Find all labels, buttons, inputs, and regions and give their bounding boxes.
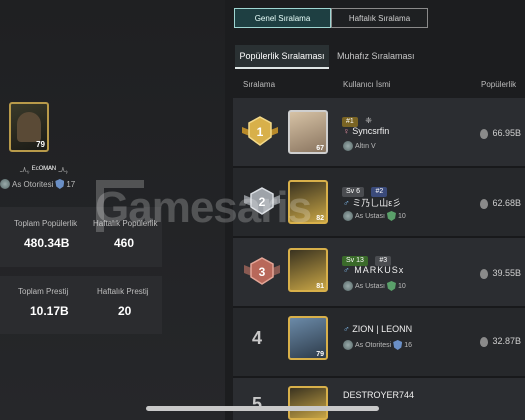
gold-rank-badge-icon: 1 (240, 115, 278, 146)
username-text: ミ乃乚山ε彡 (352, 198, 402, 208)
flame-icon (480, 198, 489, 209)
total-popularity-label: Toplam Popülerlik (14, 219, 78, 228)
tier-icon (343, 211, 353, 221)
total-popularity-value: 480.34B (24, 236, 70, 250)
total-prestige-label: Toplam Prestij (18, 287, 69, 296)
shield-icon (55, 179, 65, 189)
tab-popularity-ranking[interactable]: Popülerlik Sıralaması (235, 45, 329, 69)
user-tier-label: As Otoritesi (355, 341, 392, 349)
flame-icon (480, 268, 489, 279)
column-username: Kullanıcı İsmi (343, 80, 391, 89)
wings-icon: ❈ (365, 116, 372, 125)
user-tier: As Otoritesi 16 (343, 340, 412, 350)
user-avatar[interactable] (288, 386, 328, 420)
weekly-popularity-value: 460 (114, 236, 135, 250)
popularity-value-text: 66.95B (492, 128, 521, 138)
avatar-level: 79 (36, 140, 45, 149)
bronze-rank-badge-icon: 3 (242, 255, 280, 285)
rank-number: 5 (252, 394, 263, 414)
username-text: ZION | LEONN (352, 324, 413, 334)
rank-number: 3 (259, 265, 266, 279)
username: ♀ Syncsrfin (343, 126, 389, 136)
tab-general-ranking[interactable]: Genel Sıralama (234, 8, 331, 28)
user-tier-num: 10 (397, 212, 406, 220)
column-rank: Sıralama (243, 80, 276, 89)
prestige-stats-box (0, 276, 162, 334)
shield-icon (386, 281, 396, 291)
tier-icon (343, 340, 353, 350)
male-icon: ♂ (343, 324, 350, 334)
player-tier-num: 17 (66, 179, 76, 189)
avatar-level: 81 (316, 283, 324, 290)
popularity-value-text: 39.55B (492, 268, 521, 278)
female-icon: ♀ (343, 126, 350, 136)
rank-number: 1 (257, 125, 264, 139)
male-icon: ♂ (343, 265, 351, 275)
total-prestige-value: 10.17B (30, 304, 69, 318)
player-avatar[interactable]: 79 (9, 102, 49, 152)
username-text: Syncsrfin (352, 126, 390, 136)
user-tier-label: As Ustası (355, 212, 385, 220)
user-tier: As Ustası 10 (343, 281, 406, 291)
player-name-line: ﮩ٨ـ ᴱᶜᴼᴹᴬᴺ ﮩ٨ـ (20, 164, 68, 175)
user-tier: As Ustası 10 (343, 211, 406, 221)
tier-icon (343, 141, 353, 151)
user-avatar[interactable]: 67 (288, 110, 328, 154)
player-tier: As Otoritesi 17 (0, 179, 75, 189)
user-avatar[interactable]: 81 (288, 248, 328, 292)
avatar-portrait (17, 112, 41, 142)
player-name: ᴱᶜᴼᴹᴬᴺ (31, 164, 56, 174)
avatar-level: 82 (316, 215, 324, 222)
rank-number: 4 (252, 328, 263, 348)
tab-guardian-ranking[interactable]: Muhafız Sıralaması (337, 45, 415, 67)
avatar-level: 67 (316, 145, 324, 152)
username-text: MARKUSx (354, 265, 405, 275)
username: ♂ ZION | LEONN (343, 324, 412, 334)
column-popularity: Popülerlik (481, 80, 517, 89)
popularity-value-text: 62.68B (492, 198, 521, 208)
user-tier-num: 10 (397, 282, 406, 290)
player-tier-label: As Otoritesi (12, 179, 54, 189)
tier-icon (0, 179, 10, 189)
watermark-text: Gamesaris (95, 183, 312, 232)
name-deco-left: ﮩ٨ـ (20, 165, 30, 174)
shield-icon (386, 211, 396, 221)
tier-icon (343, 281, 353, 291)
male-icon: ♂ (343, 198, 350, 208)
user-tier-label: Altın V (355, 142, 376, 150)
weekly-prestige-value: 20 (118, 304, 132, 318)
username-text: DESTROYER744 (343, 390, 415, 400)
flame-icon (480, 336, 489, 347)
user-avatar[interactable]: 79 (288, 316, 328, 360)
home-indicator[interactable] (146, 406, 379, 411)
avatar-level: 79 (316, 351, 324, 358)
weekly-prestige-label: Haftalık Prestij (97, 287, 149, 296)
popularity-value: 32.87B (469, 336, 521, 347)
user-tier-label: As Ustası (355, 282, 385, 290)
username: ♂ ミ乃乚山ε彡 (343, 196, 401, 209)
name-deco-right: ﮩ٨ـ (58, 165, 68, 174)
flame-icon (480, 128, 489, 139)
user-tier: Altın V (343, 141, 376, 151)
shield-icon (393, 340, 403, 350)
popularity-value: 62.68B (469, 198, 521, 209)
popularity-value-text: 32.87B (492, 336, 521, 346)
username: ♂ MARKUSx (343, 265, 404, 275)
popularity-value: 66.95B (469, 128, 521, 139)
user-tier-num: 16 (404, 341, 412, 349)
tab-weekly-ranking[interactable]: Haftalık Sıralama (331, 8, 428, 28)
popularity-value: 39.55B (469, 268, 521, 279)
